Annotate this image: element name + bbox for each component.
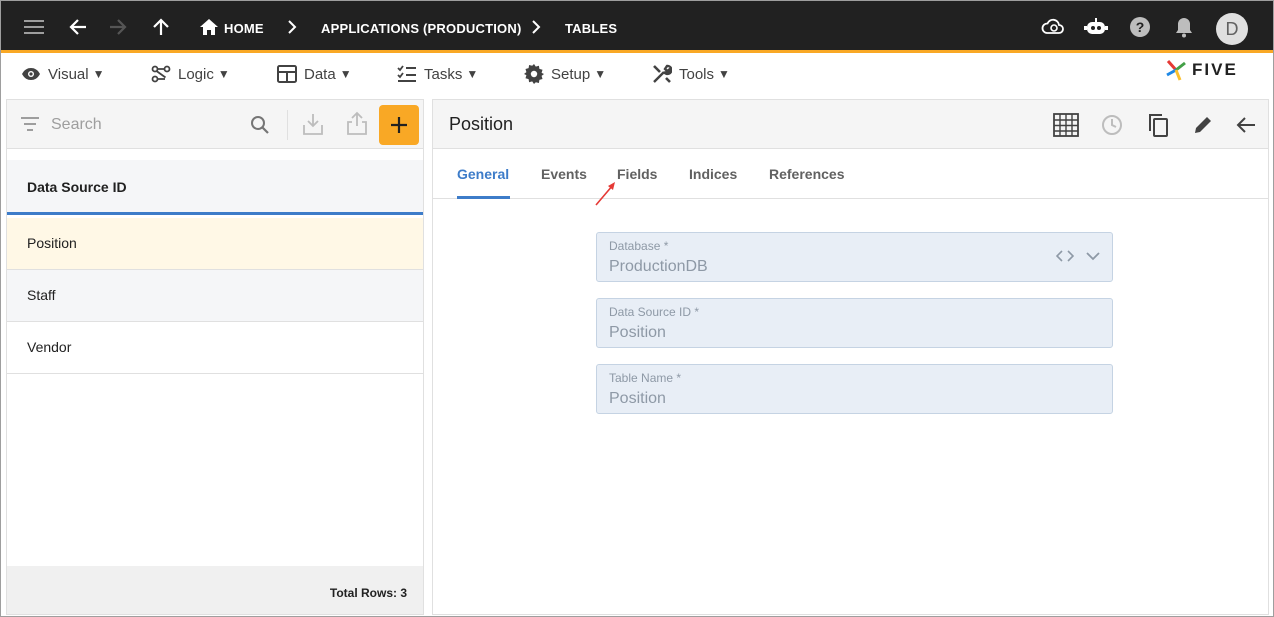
annotation-arrow-icon: [595, 182, 615, 206]
menu-icon[interactable]: [22, 15, 46, 39]
edit-icon[interactable]: [1190, 112, 1216, 138]
menu-tools[interactable]: Tools ▼: [652, 64, 730, 84]
menu-setup-label: Setup: [551, 65, 591, 83]
field-icons: [1056, 250, 1100, 262]
tab-general[interactable]: General: [457, 166, 509, 182]
list-panel: Data Source ID Position Staff Vendor Tot…: [6, 99, 424, 615]
search-icon[interactable]: [250, 115, 270, 135]
menu-tasks[interactable]: Tasks ▼: [397, 64, 478, 84]
help-icon[interactable]: ?: [1128, 15, 1152, 39]
tools-icon: [653, 64, 672, 83]
field-label: Database *: [609, 239, 669, 253]
menu-logic[interactable]: Logic ▼: [151, 64, 230, 84]
chevron-down-icon[interactable]: [1086, 251, 1100, 261]
database-field[interactable]: Database * ProductionDB: [596, 232, 1113, 282]
column-header-label: Data Source ID: [27, 179, 127, 195]
form-panel: Position General Events Fields Indices R…: [432, 99, 1269, 615]
svg-text:?: ?: [1136, 19, 1145, 35]
avatar-letter: D: [1225, 18, 1239, 39]
menu-caret: ▼: [466, 67, 479, 81]
bell-icon[interactable]: [1172, 15, 1196, 39]
tab-events[interactable]: Events: [541, 166, 587, 182]
chevron-right-icon: [280, 15, 304, 39]
back-icon[interactable]: [1233, 112, 1259, 138]
list-item-label: Position: [27, 235, 77, 251]
code-icon[interactable]: [1056, 250, 1074, 262]
form-title: Position: [449, 114, 514, 134]
five-logo: FIVE: [1164, 58, 1238, 82]
table-icon: [277, 65, 297, 83]
list-item[interactable]: Staff: [7, 270, 423, 322]
breadcrumb-applications[interactable]: APPLICATIONS (PRODUCTION): [321, 21, 521, 36]
menu-data-label: Data: [304, 65, 336, 83]
form-tabs: General Events Fields Indices References: [433, 150, 1268, 199]
export-icon[interactable]: [347, 111, 367, 135]
menu-tasks-label: Tasks: [424, 65, 463, 83]
form-header: Position: [433, 100, 1268, 149]
home-icon[interactable]: [197, 15, 221, 39]
list-item-label: Staff: [27, 287, 56, 303]
tab-fields[interactable]: Fields: [617, 166, 657, 182]
menu-caret: ▼: [339, 67, 352, 81]
breadcrumb-home[interactable]: HOME: [224, 21, 264, 36]
menu-logic-label: Logic: [178, 65, 214, 83]
checklist-icon: [397, 65, 416, 82]
field-label: Data Source ID *: [609, 305, 700, 319]
back-arrow-icon[interactable]: [66, 15, 90, 39]
copy-icon[interactable]: [1145, 112, 1171, 138]
field-value: Position: [609, 324, 666, 341]
menu-setup[interactable]: Setup ▼: [524, 64, 606, 84]
menu-visual-label: Visual: [48, 65, 89, 83]
data-source-id-field[interactable]: Data Source ID * Position: [596, 298, 1113, 348]
list-footer: Total Rows: 3: [7, 566, 423, 614]
gear-icon: [524, 64, 544, 84]
filter-icon[interactable]: [21, 117, 39, 131]
plus-icon: [391, 117, 407, 133]
toolbar-divider: [287, 110, 288, 140]
menu-tools-label: Tools: [679, 65, 715, 83]
logic-icon: [151, 65, 171, 83]
active-tab-indicator: [457, 196, 510, 199]
history-icon[interactable]: [1099, 112, 1125, 138]
field-value: Position: [609, 390, 666, 407]
menu-caret: ▼: [92, 67, 105, 81]
eye-icon: [22, 68, 40, 80]
tab-references[interactable]: References: [769, 166, 845, 182]
chevron-right-icon: [524, 15, 548, 39]
app-window: HOME APPLICATIONS (PRODUCTION) TABLES ? …: [0, 0, 1274, 617]
robot-icon[interactable]: [1084, 15, 1108, 39]
list-toolbar: [7, 100, 423, 149]
list-item[interactable]: Vendor: [7, 322, 423, 374]
five-logo-icon: [1166, 60, 1186, 81]
menu-visual[interactable]: Visual ▼: [21, 64, 104, 84]
menu-caret: ▼: [718, 67, 730, 81]
app-bar: HOME APPLICATIONS (PRODUCTION) TABLES ? …: [1, 1, 1273, 53]
table-name-field[interactable]: Table Name * Position: [596, 364, 1113, 414]
breadcrumb-tables[interactable]: TABLES: [565, 21, 617, 36]
grid-view-icon[interactable]: [1053, 112, 1079, 138]
menu-bar: Visual ▼ Logic ▼ Data ▼ Tasks ▼ Setup ▼ Tools…: [1, 56, 1273, 92]
logo-text: FIVE: [1192, 60, 1238, 79]
search-input[interactable]: [51, 114, 241, 136]
total-rows: Total Rows: 3: [329, 586, 407, 600]
cloud-sync-icon[interactable]: [1041, 15, 1065, 39]
import-icon[interactable]: [303, 113, 323, 135]
field-label: Table Name *: [609, 371, 682, 385]
field-value: ProductionDB: [609, 258, 708, 275]
add-button[interactable]: [379, 105, 419, 145]
list-item-label: Vendor: [27, 339, 72, 355]
tab-indices[interactable]: Indices: [689, 166, 737, 182]
menu-caret: ▼: [217, 67, 230, 81]
forward-arrow-icon[interactable]: [106, 15, 130, 39]
list-item[interactable]: Position: [7, 218, 423, 270]
menu-data[interactable]: Data ▼: [277, 64, 352, 84]
menu-caret: ▼: [594, 67, 607, 81]
avatar[interactable]: D: [1216, 13, 1248, 45]
up-arrow-icon[interactable]: [149, 15, 173, 39]
list-column-header[interactable]: Data Source ID: [7, 160, 423, 215]
